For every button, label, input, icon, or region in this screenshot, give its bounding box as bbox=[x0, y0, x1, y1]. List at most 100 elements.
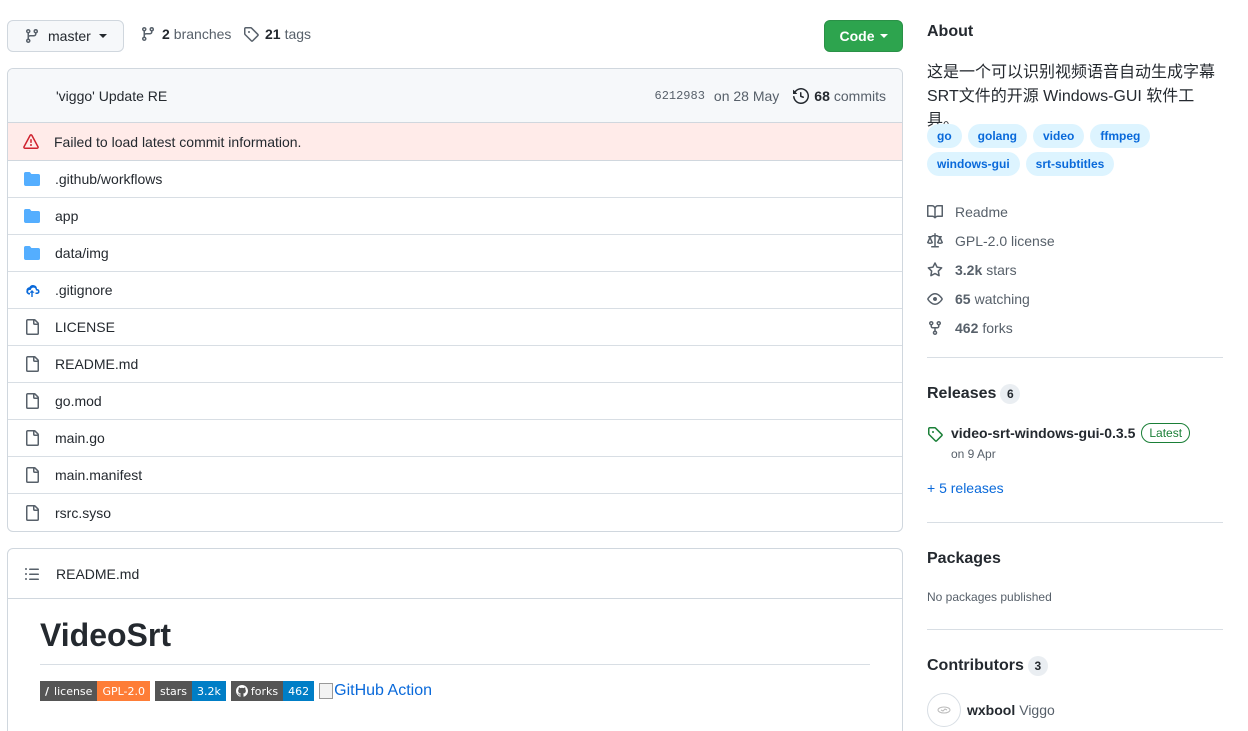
file-row[interactable]: app bbox=[8, 198, 902, 235]
folder-icon bbox=[24, 245, 40, 261]
forks-link[interactable]: 462 forks bbox=[927, 313, 1055, 342]
github-action-badge[interactable]: GitHub Action bbox=[319, 682, 432, 700]
file-row[interactable]: main.go bbox=[8, 420, 902, 457]
file-icon bbox=[24, 430, 40, 446]
topic-tag[interactable]: golang bbox=[967, 124, 1027, 148]
file-name[interactable]: rsrc.syso bbox=[55, 505, 111, 521]
alert-icon bbox=[23, 133, 39, 149]
error-banner: Failed to load latest commit information… bbox=[8, 123, 902, 161]
github-action-alt: GitHub Action bbox=[334, 682, 432, 699]
contributors-heading[interactable]: Contributors 3 bbox=[927, 656, 1048, 676]
topic-tag[interactable]: video bbox=[1033, 124, 1085, 148]
readme-header: README.md bbox=[8, 549, 902, 599]
readme-panel: README.md VideoSrt / license GPL-2.0 star… bbox=[7, 548, 903, 731]
history-icon bbox=[793, 87, 810, 104]
about-description: 这是一个可以识别视频语音自动生成字幕SRT文件的开源 Windows-GUI 软… bbox=[927, 64, 1216, 129]
folder-icon bbox=[24, 208, 40, 224]
branches-link[interactable]: 2 branches bbox=[140, 26, 231, 42]
packages-title[interactable]: Packages bbox=[927, 550, 1001, 568]
readme-header-label: README.md bbox=[56, 565, 140, 582]
file-listing: 'viggo' Update RE 6212983 on 28 May 68 c… bbox=[7, 68, 903, 532]
avatar bbox=[927, 693, 961, 727]
watching-link[interactable]: 65 watching bbox=[927, 284, 1055, 313]
topic-tag[interactable]: windows-gui bbox=[927, 152, 1020, 176]
branch-name: master bbox=[48, 28, 91, 44]
commit-sha[interactable]: 6212983 bbox=[655, 89, 705, 103]
commit-date: on 28 May bbox=[713, 87, 780, 104]
commits-count: 68 bbox=[814, 87, 830, 104]
forks-badge[interactable]: forks 462 bbox=[230, 681, 315, 701]
file-row[interactable]: LICENSE bbox=[8, 309, 902, 346]
book-icon bbox=[927, 204, 943, 220]
file-name[interactable]: main.go bbox=[55, 430, 105, 446]
eye-icon bbox=[927, 291, 943, 307]
commit-text[interactable]: Update RE bbox=[99, 88, 167, 104]
file-name[interactable]: .github/workflows bbox=[55, 171, 162, 187]
stars-link[interactable]: 3.2k stars bbox=[927, 255, 1055, 284]
file-row[interactable]: go.mod bbox=[8, 383, 902, 420]
file-name[interactable]: app bbox=[55, 208, 78, 224]
forks-label: forks bbox=[982, 319, 1013, 336]
law-icon bbox=[927, 232, 943, 249]
license-link[interactable]: GPL-2.0 license bbox=[927, 226, 1055, 255]
tag-icon bbox=[928, 427, 943, 442]
commits-label: commits bbox=[833, 87, 886, 104]
topic-tag[interactable]: srt-subtitles bbox=[1025, 152, 1115, 176]
stars-badge[interactable]: stars 3.2k bbox=[155, 681, 226, 701]
badge-row: / license GPL-2.0 stars 3.2k forks 462 Gi… bbox=[40, 681, 432, 701]
file-name[interactable]: LICENSE bbox=[55, 319, 115, 335]
topic-tag[interactable]: go bbox=[927, 124, 962, 148]
slash-icon: / bbox=[45, 684, 50, 698]
folder-icon bbox=[24, 171, 40, 187]
readme-link[interactable]: Readme bbox=[927, 197, 1055, 226]
stars-label: stars bbox=[986, 261, 1017, 278]
badge-right: 462 bbox=[283, 681, 315, 701]
repo-meta-list: Readme GPL-2.0 license 3.2k stars 65 wat… bbox=[927, 197, 1055, 342]
forks-count: 462 bbox=[955, 319, 979, 336]
readme-label: Readme bbox=[955, 203, 1008, 220]
git-branch-icon bbox=[25, 29, 38, 44]
file-icon bbox=[24, 467, 40, 483]
watching-label: watching bbox=[974, 290, 1030, 307]
file-row[interactable]: README.md bbox=[8, 346, 902, 383]
latest-badge: Latest bbox=[1141, 423, 1191, 443]
file-row[interactable]: rsrc.syso bbox=[8, 494, 902, 531]
file-name[interactable]: .gitignore bbox=[55, 282, 113, 298]
topic-tag[interactable]: ffmpeg bbox=[1090, 124, 1151, 148]
file-row[interactable]: main.manifest bbox=[8, 457, 902, 494]
latest-commit-bar: 'viggo' Update RE 6212983 on 28 May 68 c… bbox=[8, 69, 902, 123]
file-name[interactable]: data/img bbox=[55, 245, 109, 261]
badge-left-text: forks bbox=[250, 684, 279, 698]
branch-select-button[interactable]: master bbox=[7, 20, 124, 52]
file-row[interactable]: .gitignore bbox=[8, 272, 902, 309]
no-packages-text: No packages published bbox=[927, 590, 1052, 604]
file-row[interactable]: data/img bbox=[8, 235, 902, 272]
code-button-label: Code bbox=[839, 28, 875, 44]
file-name[interactable]: main.manifest bbox=[55, 467, 142, 483]
cloud-upload-icon bbox=[24, 282, 40, 298]
latest-release[interactable]: video-srt-windows-gui-0.3.5 Latest on 9 … bbox=[927, 423, 1191, 461]
commits-link[interactable]: 68 commits bbox=[793, 88, 886, 104]
file-row[interactable]: .github/workflows bbox=[8, 161, 902, 198]
git-branch-icon bbox=[141, 27, 154, 42]
license-label: GPL-2.0 license bbox=[955, 232, 1055, 249]
license-badge[interactable]: / license GPL-2.0 bbox=[40, 681, 150, 701]
file-icon bbox=[24, 393, 40, 409]
tag-icon bbox=[244, 27, 259, 42]
code-button[interactable]: Code bbox=[824, 20, 903, 52]
tags-link[interactable]: 21 tags bbox=[243, 26, 311, 42]
list-icon[interactable] bbox=[24, 566, 40, 582]
badge-right: GPL-2.0 bbox=[97, 681, 150, 701]
contributors-title: Contributors bbox=[927, 657, 1024, 674]
file-name[interactable]: README.md bbox=[55, 356, 138, 372]
more-releases-link[interactable]: + 5 releases bbox=[927, 480, 1004, 496]
releases-count: 6 bbox=[1000, 384, 1021, 404]
releases-heading[interactable]: Releases 6 bbox=[927, 384, 1021, 404]
file-name[interactable]: go.mod bbox=[55, 393, 102, 409]
release-date: on 9 Apr bbox=[951, 447, 996, 461]
badge-left: forks bbox=[230, 681, 284, 701]
chevron-down-icon bbox=[879, 34, 888, 38]
contributor-item[interactable]: wxbool Viggo bbox=[927, 693, 1055, 727]
branches-label: branches bbox=[173, 26, 232, 42]
commit-author[interactable]: 'viggo' bbox=[56, 88, 95, 104]
